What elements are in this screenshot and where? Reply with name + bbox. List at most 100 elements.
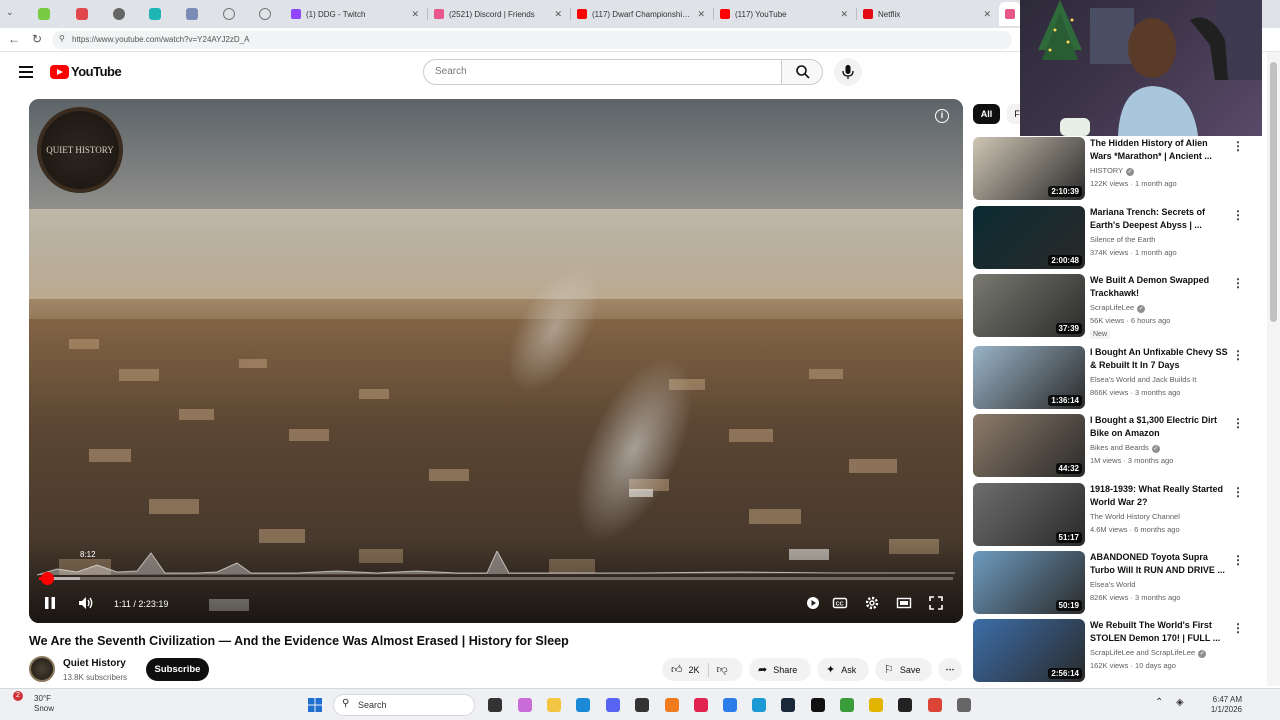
recommendation-title[interactable]: 1918-1939: What Really Started World War… <box>1090 483 1228 509</box>
theater-mode-button[interactable] <box>896 595 912 614</box>
more-options-icon[interactable]: ⋮ <box>1232 276 1244 290</box>
recommendation-channel[interactable]: HISTORY ✓ <box>1090 166 1135 176</box>
channel-name[interactable]: Quiet History <box>63 658 126 669</box>
discord-icon[interactable] <box>606 698 620 712</box>
tab-list-button[interactable]: ⌄ <box>6 7 14 18</box>
system-clock[interactable]: 6:47 AM 1/1/2026 <box>1202 695 1242 715</box>
fullscreen-button[interactable] <box>928 595 944 614</box>
more-options-icon[interactable]: ⋮ <box>1232 485 1244 499</box>
tiktok-icon[interactable] <box>694 698 708 712</box>
site-info-icon[interactable]: ⚲ <box>59 34 65 43</box>
recommendation-channel[interactable]: Elsea's World and Jack Builds It <box>1090 375 1196 384</box>
tab-active-partial[interactable] <box>999 2 1021 26</box>
tiktok-icon[interactable] <box>811 698 825 712</box>
app-icon[interactable] <box>898 698 912 712</box>
recommendation-channel[interactable]: Elsea's World <box>1090 580 1135 589</box>
back-icon[interactable]: ← <box>8 32 20 46</box>
more-actions-button[interactable]: ⋯ <box>938 658 962 681</box>
store-icon[interactable] <box>723 698 737 712</box>
video-thumbnail[interactable]: 50:19 <box>973 551 1085 614</box>
recommendation-title[interactable]: The Hidden History of Alien Wars *Marath… <box>1090 137 1228 163</box>
app-icon[interactable] <box>869 698 883 712</box>
share-button[interactable]: ➦ Share <box>749 658 811 681</box>
close-icon[interactable]: ✕ <box>411 9 419 20</box>
like-count[interactable]: 2K <box>689 665 700 675</box>
copilot-icon[interactable] <box>518 698 532 712</box>
more-options-icon[interactable]: ⋮ <box>1232 621 1244 635</box>
more-options-icon[interactable]: ⋮ <box>1232 208 1244 222</box>
recommendation-channel[interactable]: Silence of the Earth <box>1090 235 1155 244</box>
obs-icon[interactable] <box>635 698 649 712</box>
scrubber-handle[interactable] <box>40 572 54 585</box>
tab-discord[interactable]: (2521) Discord | Friends ✕ <box>428 2 568 26</box>
edge-icon[interactable] <box>576 698 590 712</box>
video-thumbnail[interactable]: 2:10:39 <box>973 137 1085 200</box>
tray-chevron-icon[interactable]: ⌃ <box>1155 697 1163 708</box>
youtube-logo[interactable]: YouTube <box>50 64 122 79</box>
video-thumbnail[interactable]: 2:56:14 <box>973 619 1085 682</box>
video-thumbnail[interactable]: 1:36:14 <box>973 346 1085 409</box>
video-player[interactable]: QUIET HISTORY i 8:12 1:11 / 2:23:19 CC <box>29 99 963 623</box>
voice-search-button[interactable] <box>834 58 862 86</box>
more-options-icon[interactable]: ⋮ <box>1232 348 1244 362</box>
pinned-tab-5[interactable] <box>186 8 198 20</box>
search-button[interactable] <box>781 59 823 85</box>
pause-button[interactable] <box>43 595 57 614</box>
recommendation-item[interactable]: 2:10:39 The Hidden History of Alien Wars … <box>973 137 1263 201</box>
recommendation-channel[interactable]: ScrapLifeLee ✓ <box>1090 303 1146 313</box>
recommendation-title[interactable]: We Rebuilt The World's First STOLEN Demo… <box>1090 619 1228 645</box>
url-field[interactable]: ⚲ https://www.youtube.com/watch?v=Y24AYJ… <box>52 31 1012 49</box>
settings-button[interactable] <box>864 595 880 614</box>
tab-netflix[interactable]: Netflix ✕ <box>857 2 997 26</box>
recommendation-item[interactable]: 1:36:14 I Bought An Unfixable Chevy SS & … <box>973 346 1263 410</box>
steam-icon[interactable] <box>781 698 795 712</box>
pinned-tab-1[interactable] <box>38 8 50 20</box>
thumbs-down-icon[interactable]: 👎︎ <box>717 663 728 676</box>
reload-icon[interactable]: ↻ <box>32 32 42 46</box>
progress-bar[interactable] <box>39 572 953 585</box>
close-icon[interactable]: ✕ <box>697 9 705 20</box>
pinned-tab-6[interactable] <box>223 8 235 20</box>
recommendation-item[interactable]: 2:00:48 Mariana Trench: Secrets of Earth'… <box>973 206 1263 270</box>
pinned-tab-7[interactable] <box>259 8 271 20</box>
volume-button[interactable] <box>77 595 95 614</box>
recommendation-item[interactable]: 44:32 I Bought a $1,300 Electric Dirt Bik… <box>973 414 1263 478</box>
recommendation-item[interactable]: 50:19 ABANDONED Toyota Supra Turbo Will I… <box>973 551 1263 615</box>
recommendation-channel[interactable]: Bikes and Beards ✓ <box>1090 443 1160 453</box>
recommendation-title[interactable]: Mariana Trench: Secrets of Earth's Deepe… <box>1090 206 1228 232</box>
tab-youtube-dwarf[interactable]: (117) Dwarf Championship KO ✕ <box>571 2 711 26</box>
close-icon[interactable]: ✕ <box>554 9 562 20</box>
more-options-icon[interactable]: ⋮ <box>1232 139 1244 153</box>
chrome-icon[interactable] <box>928 698 942 712</box>
search-input[interactable]: Search <box>423 59 782 85</box>
pinned-tab-2[interactable] <box>76 8 88 20</box>
more-options-icon[interactable]: ⋮ <box>1232 416 1244 430</box>
weather-widget[interactable]: 2 30°F Snow <box>13 691 54 714</box>
channel-avatar[interactable] <box>29 656 55 682</box>
tab-twitch[interactable]: (1) DDG - Twitch ✕ <box>285 2 425 26</box>
page-scrollbar[interactable] <box>1267 52 1280 686</box>
chip-all[interactable]: All <box>973 104 1000 124</box>
file-explorer-icon[interactable] <box>547 698 561 712</box>
video-thumbnail[interactable]: 37:39 <box>973 274 1085 337</box>
menu-icon[interactable] <box>19 66 33 78</box>
app-icon[interactable] <box>665 698 679 712</box>
autoplay-toggle[interactable] <box>805 595 821 614</box>
recommendation-item[interactable]: 2:56:14 We Rebuilt The World's First STOL… <box>973 619 1263 683</box>
start-button[interactable] <box>308 698 322 712</box>
close-icon[interactable]: ✕ <box>983 9 991 20</box>
thumbs-up-icon[interactable]: 👍︎ <box>671 663 683 676</box>
video-thumbnail[interactable]: 2:00:48 <box>973 206 1085 269</box>
recommendation-channel[interactable]: The World History Channel <box>1090 512 1180 521</box>
more-options-icon[interactable]: ⋮ <box>1232 553 1244 567</box>
pinned-tab-4[interactable] <box>149 8 161 20</box>
scrollbar-thumb[interactable] <box>1270 62 1277 322</box>
subscribe-button[interactable]: Subscribe <box>146 658 209 681</box>
info-icon[interactable]: i <box>935 109 949 123</box>
pinned-tab-3[interactable] <box>113 8 125 20</box>
ask-button[interactable]: ✦ Ask <box>817 658 869 681</box>
recommendation-item[interactable]: 51:17 1918-1939: What Really Started Worl… <box>973 483 1263 547</box>
video-thumbnail[interactable]: 51:17 <box>973 483 1085 546</box>
save-button[interactable]: ⚐ Save <box>875 658 932 681</box>
xbox-icon[interactable] <box>840 698 854 712</box>
